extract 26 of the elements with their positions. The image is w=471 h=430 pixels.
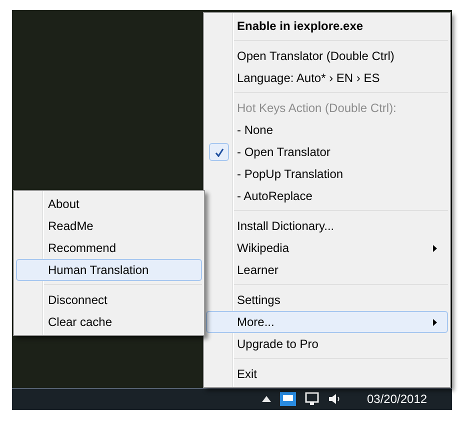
menu-item[interactable]: - PopUp Translation (206, 163, 448, 185)
date-text[interactable]: 03/20/2012 (367, 390, 428, 408)
menu-item[interactable]: Disconnect (16, 289, 202, 311)
menu-item[interactable]: Install Dictionary... (206, 215, 448, 237)
menu-item[interactable]: About (16, 193, 202, 215)
menu-item[interactable]: More... (206, 311, 448, 333)
menu-item[interactable]: - None (206, 119, 448, 141)
menu-item[interactable]: Learner (206, 259, 448, 281)
menu-header: Hot Keys Action (Double Ctrl): (236, 100, 398, 117)
menu-item[interactable]: Wikipedia (206, 237, 448, 259)
speaker-icon[interactable] (328, 393, 340, 405)
menu-item[interactable]: Upgrade to Pro (206, 333, 448, 355)
menu-item[interactable]: - AutoReplace (206, 185, 448, 207)
menu-item[interactable]: Enable in iexplore.exe (206, 15, 448, 37)
menu-item[interactable]: Exit (206, 363, 448, 385)
network-icon[interactable] (305, 392, 319, 406)
menu-item[interactable]: Clear cache (16, 311, 202, 333)
menu-item[interactable]: Language: Auto* › EN › ES (206, 67, 448, 89)
menu-item[interactable]: - Open Translator (206, 141, 448, 163)
app-tray-icon[interactable] (280, 392, 296, 406)
menu-item[interactable]: Open Translator (Double Ctrl) (206, 45, 448, 67)
show-hidden-icons-icon[interactable] (262, 396, 271, 402)
menu-item[interactable]: Settings (206, 289, 448, 311)
menu-item[interactable]: Human Translation (16, 259, 202, 281)
menu-item[interactable]: ReadMe (16, 215, 202, 237)
menu-item[interactable]: Recommend (16, 237, 202, 259)
